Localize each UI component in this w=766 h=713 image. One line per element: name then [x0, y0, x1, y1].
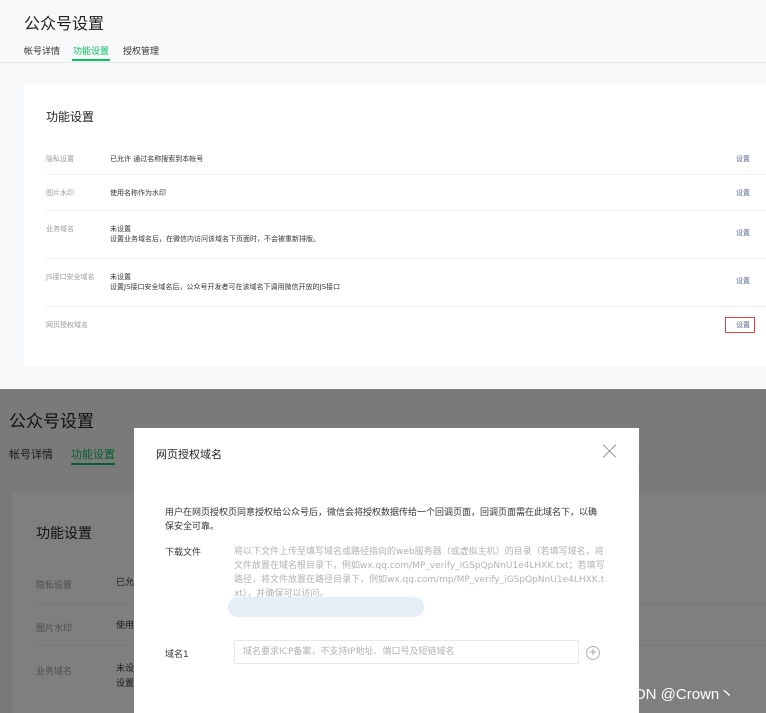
row-value: 未设置: [110, 273, 131, 281]
page-title: 公众号设置: [24, 14, 105, 33]
watermark-settings-link[interactable]: 设置: [736, 188, 750, 198]
setting-row-business-domain: 业务域名 未设置 设置业务域名后，在微信内访问该域名下页面时，不会被重新排版。 …: [46, 210, 766, 259]
active-tab-underline: [72, 59, 110, 61]
tab-bar: 帐号详情 功能设置 授权管理: [0, 44, 766, 63]
setting-row-oauth-domain: 网页授权域名 设置: [46, 306, 766, 346]
tab-function-settings[interactable]: 功能设置: [73, 44, 109, 57]
setting-row-watermark: 图片水印 使用名称作为水印 设置: [46, 174, 766, 211]
settings-card: 功能设置 隐私设置 已允许 通过名称搜索到本帐号 设置 图片水印 使用名称作为水…: [24, 84, 766, 366]
domain-input[interactable]: [234, 640, 579, 664]
row-value: 已允许 通过名称搜索到本帐号: [110, 155, 204, 163]
row-value: 未设置: [110, 225, 131, 233]
oauth-domain-dialog: 网页授权域名 用户在网页授权页同意授权给公众号后，微信会将授权数据传给一个回调页…: [134, 428, 639, 713]
plus-circle-icon[interactable]: +: [586, 646, 600, 660]
download-file-instructions: 将以下文件上传至填写域名或路径指向的web服务器（或虚拟主机）的目录（若填写域名…: [234, 547, 605, 599]
js-domain-settings-link[interactable]: 设置: [736, 276, 750, 286]
domain-label: 域名1: [165, 650, 189, 660]
settings-page: 公众号设置 帐号详情 功能设置 授权管理 功能设置 隐私设置 已允许 通过名称搜…: [0, 0, 766, 388]
row-description: 设置业务域名后，在微信内访问该域名下页面时，不会被重新排版。: [110, 235, 320, 243]
business-domain-settings-link[interactable]: 设置: [736, 228, 750, 238]
download-file-label: 下载文件: [165, 548, 202, 558]
card-title: 功能设置: [46, 110, 95, 124]
row-description: 设置JS接口安全域名后，公众号开发者可在该域名下调用微信开放的JS接口: [110, 283, 341, 291]
row-label: JS接口安全域名: [46, 273, 95, 281]
blurred-overlay: [228, 597, 424, 617]
row-value: 使用名称作为水印: [110, 189, 166, 197]
watermark-text: CSDN @Crown丶: [614, 686, 735, 703]
row-label: 图片水印: [46, 189, 74, 197]
dialog-description: 用户在网页授权页同意授权给公众号后，微信会将授权数据传给一个回调页面，回调页面需…: [165, 508, 598, 532]
tab-authorization[interactable]: 授权管理: [123, 44, 159, 57]
setting-row-js-domain: JS接口安全域名 未设置 设置JS接口安全域名后，公众号开发者可在该域名下调用微…: [46, 258, 766, 307]
privacy-settings-link[interactable]: 设置: [736, 154, 750, 164]
highlight-box: [725, 317, 755, 333]
tab-account-details[interactable]: 帐号详情: [24, 44, 60, 57]
setting-row-privacy: 隐私设置 已允许 通过名称搜索到本帐号 设置: [46, 138, 766, 175]
settings-page-with-dialog: 公众号设置 帐号详情 功能设置 功能设置 隐私设置 已允 图片水印 使用 业务域…: [0, 389, 766, 713]
row-label: 业务域名: [46, 225, 74, 233]
close-icon[interactable]: [601, 442, 619, 460]
dialog-title: 网页授权域名: [156, 448, 222, 461]
row-label: 网页授权域名: [46, 321, 88, 329]
row-label: 隐私设置: [46, 155, 74, 163]
